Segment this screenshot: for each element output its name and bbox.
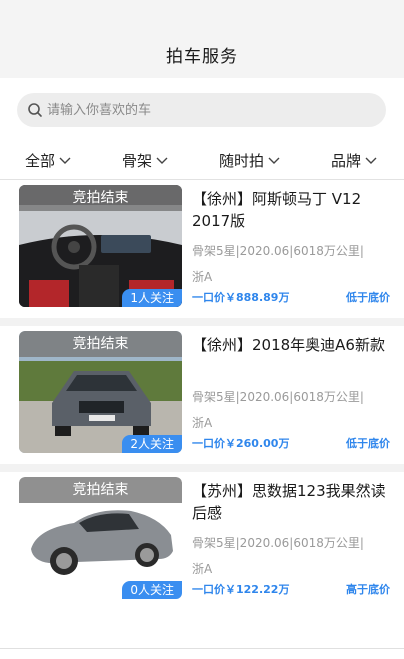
filter-label: 骨架 bbox=[122, 152, 153, 170]
listing-card[interactable]: 竞拍结束 2人关注 【徐州】2018年奥迪A6新款 骨架5星|2020.06|6… bbox=[0, 326, 404, 464]
reserve-price-tag: 低于底价 bbox=[346, 437, 390, 450]
listing-card[interactable]: 竞拍结束 1人关注 【徐州】阿斯顿马丁 V12 2017版 骨架5星|2020.… bbox=[0, 180, 404, 318]
reserve-price-tag: 低于底价 bbox=[346, 291, 390, 304]
listing-region: 浙A bbox=[192, 270, 213, 284]
follow-count-badge: 2人关注 bbox=[122, 435, 182, 453]
listing-specs: 骨架5星|2020.06|6018万公里| bbox=[192, 536, 364, 550]
search-bar[interactable] bbox=[17, 93, 386, 127]
filter-anytime-auction[interactable]: 随时拍 bbox=[219, 150, 281, 171]
listing-region: 浙A bbox=[192, 416, 213, 430]
filter-label: 全部 bbox=[25, 152, 56, 170]
reserve-price-tag: 高于底价 bbox=[346, 583, 390, 596]
listing-specs: 骨架5星|2020.06|6018万公里| bbox=[192, 390, 364, 404]
page-title: 拍车服务 bbox=[166, 47, 238, 67]
listing-price: 一口价￥122.22万 bbox=[192, 583, 290, 596]
card-divider bbox=[0, 464, 404, 472]
filter-label: 随时拍 bbox=[219, 152, 265, 170]
chevron-down-icon bbox=[365, 157, 377, 164]
listing-price: 一口价￥888.89万 bbox=[192, 291, 290, 304]
bottom-divider bbox=[0, 648, 404, 649]
filter-label: 品牌 bbox=[331, 152, 362, 170]
listing-title[interactable]: 【徐州】2018年奥迪A6新款 bbox=[192, 334, 396, 356]
filter-bar: 全部 骨架 随时拍 品牌 bbox=[0, 140, 404, 180]
listing-region: 浙A bbox=[192, 562, 213, 576]
car-thumbnail[interactable]: 竞拍结束 2人关注 bbox=[19, 331, 182, 453]
auction-status-label: 竞拍结束 bbox=[19, 185, 182, 211]
listing-price: 一口价￥260.00万 bbox=[192, 437, 290, 450]
chevron-down-icon bbox=[268, 157, 280, 164]
app-header: 拍车服务 bbox=[0, 0, 404, 78]
car-thumbnail[interactable]: 竞拍结束 0人关注 bbox=[19, 477, 182, 599]
chevron-down-icon bbox=[59, 157, 71, 164]
search-icon bbox=[28, 103, 42, 117]
listing-title[interactable]: 【苏州】思数据123我果然读后感 bbox=[192, 480, 396, 524]
search-section bbox=[0, 78, 404, 140]
search-input[interactable] bbox=[47, 93, 367, 127]
listing-card[interactable]: 竞拍结束 0人关注 【苏州】思数据123我果然读后感 骨架5星|2020.06|… bbox=[0, 472, 404, 610]
listing-specs: 骨架5星|2020.06|6018万公里| bbox=[192, 244, 364, 258]
follow-count-badge: 0人关注 bbox=[122, 581, 182, 599]
auction-status-label: 竞拍结束 bbox=[19, 477, 182, 503]
chevron-down-icon bbox=[156, 157, 168, 164]
follow-count-badge: 1人关注 bbox=[122, 289, 182, 307]
car-thumbnail[interactable]: 竞拍结束 1人关注 bbox=[19, 185, 182, 307]
card-divider bbox=[0, 318, 404, 326]
auction-status-label: 竞拍结束 bbox=[19, 331, 182, 357]
listing-title[interactable]: 【徐州】阿斯顿马丁 V12 2017版 bbox=[192, 188, 396, 232]
filter-skeleton[interactable]: 骨架 bbox=[122, 150, 169, 171]
filter-brand[interactable]: 品牌 bbox=[331, 150, 378, 171]
filter-all[interactable]: 全部 bbox=[25, 150, 72, 171]
